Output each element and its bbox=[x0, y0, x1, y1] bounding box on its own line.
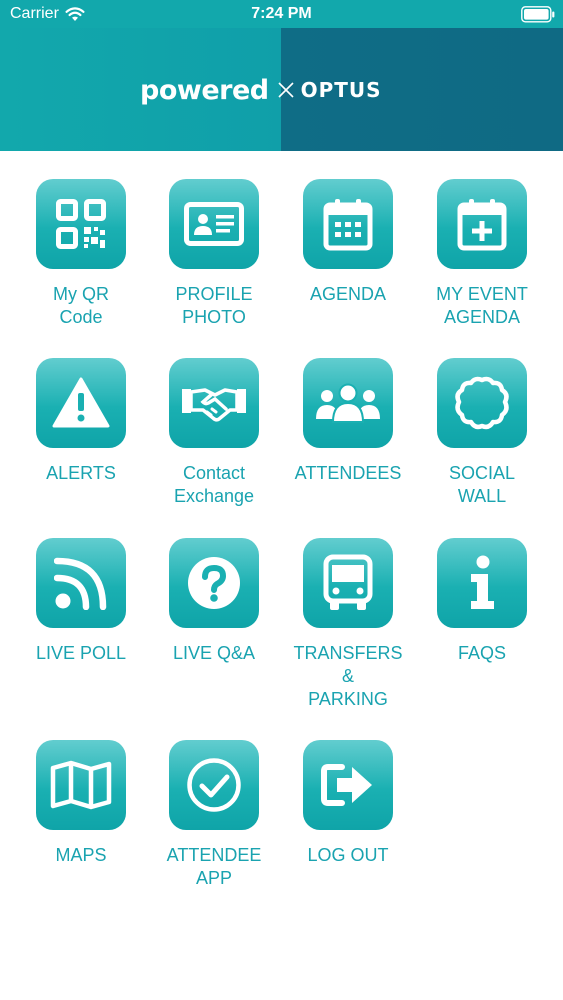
menu-item-agenda[interactable]: AGENDA bbox=[293, 179, 403, 306]
menu-item-icon-box bbox=[303, 358, 393, 448]
menu-item-icon-box bbox=[169, 538, 259, 628]
menu-item-icon-box bbox=[303, 740, 393, 830]
brand-logo: powered OPTUS bbox=[140, 72, 382, 108]
menu-item-label: ALERTS bbox=[46, 463, 116, 483]
id-card-icon bbox=[184, 202, 244, 246]
menu-item-label: MAPS bbox=[55, 845, 107, 865]
check-circle-icon bbox=[187, 758, 241, 812]
brand-powered-text: powered bbox=[140, 74, 269, 106]
menu-item-my-qr-code[interactable]: My QR Code bbox=[26, 179, 136, 329]
menu-item-label: Contact Exchange bbox=[173, 463, 255, 506]
menu-item-label: TRANSFERS & PARKING bbox=[293, 643, 403, 709]
menu-item-attendee-app[interactable]: ATTENDEE APP bbox=[159, 740, 269, 890]
battery-full-icon bbox=[521, 6, 555, 23]
warning-icon bbox=[52, 377, 110, 428]
menu-item-faqs[interactable]: FAQS bbox=[427, 538, 537, 665]
menu-item-icon-box bbox=[36, 538, 126, 628]
menu-item-label: LIVE POLL bbox=[35, 643, 127, 663]
map-icon bbox=[50, 760, 112, 810]
menu-item-log-out[interactable]: LOG OUT bbox=[293, 740, 403, 867]
menu-item-icon-box bbox=[169, 358, 259, 448]
menu-item-my-event-agenda[interactable]: MY EVENT AGENDA bbox=[427, 179, 537, 329]
bus-icon bbox=[323, 554, 373, 610]
menu-item-label: AGENDA bbox=[309, 284, 387, 304]
menu-item-icon-box bbox=[303, 179, 393, 269]
menu-item-live-qa[interactable]: LIVE Q&A bbox=[159, 538, 269, 665]
info-icon bbox=[471, 555, 494, 609]
menu-item-label: ATTENDEES bbox=[294, 463, 402, 483]
qr-code-icon bbox=[56, 199, 106, 249]
menu-item-icon-box bbox=[303, 538, 393, 628]
status-time: 7:24 PM bbox=[251, 5, 312, 22]
menu-item-icon-box bbox=[36, 358, 126, 448]
cross-icon bbox=[278, 82, 294, 98]
handshake-icon bbox=[182, 388, 246, 422]
menu-item-attendees[interactable]: ATTENDEES bbox=[293, 358, 403, 485]
calendar-plus-icon bbox=[457, 199, 507, 251]
logout-arrow-icon bbox=[321, 764, 372, 806]
menu-item-label: PROFILE PHOTO bbox=[175, 284, 253, 327]
menu-item-label: LOG OUT bbox=[307, 845, 389, 865]
menu-item-label: MY EVENT AGENDA bbox=[436, 284, 528, 327]
menu-item-contact-exchange[interactable]: Contact Exchange bbox=[159, 358, 269, 508]
menu-item-icon-box bbox=[36, 740, 126, 830]
menu-item-icon-box bbox=[36, 179, 126, 269]
status-bar: Carrier 7:24 PM bbox=[0, 0, 563, 28]
menu-item-maps[interactable]: MAPS bbox=[26, 740, 136, 867]
menu-item-profile-photo[interactable]: PROFILE PHOTO bbox=[159, 179, 269, 329]
menu-item-live-poll[interactable]: LIVE POLL bbox=[26, 538, 136, 665]
menu-item-label: FAQS bbox=[457, 643, 506, 663]
menu-item-label: SOCIAL WALL bbox=[448, 463, 516, 506]
menu-item-icon-box bbox=[437, 179, 527, 269]
users-icon bbox=[316, 383, 380, 423]
menu-item-icon-box bbox=[437, 358, 527, 448]
menu-item-social-wall[interactable]: SOCIAL WALL bbox=[427, 358, 537, 508]
question-icon bbox=[188, 557, 240, 609]
menu-item-transfers-parking[interactable]: TRANSFERS & PARKING bbox=[293, 538, 403, 711]
cloud-badge-icon bbox=[455, 376, 509, 430]
menu-item-icon-box bbox=[437, 538, 527, 628]
calendar-icon bbox=[323, 199, 373, 251]
rss-icon bbox=[54, 557, 107, 610]
menu-item-label: LIVE Q&A bbox=[172, 643, 256, 663]
brand-optus-text: OPTUS bbox=[300, 78, 382, 102]
header-banner: powered OPTUS bbox=[0, 28, 563, 151]
menu-item-icon-box bbox=[169, 179, 259, 269]
menu-item-icon-box bbox=[169, 740, 259, 830]
menu-item-label: My QR Code bbox=[53, 284, 109, 327]
menu-item-alerts[interactable]: ALERTS bbox=[26, 358, 136, 485]
menu-item-label: ATTENDEE APP bbox=[166, 845, 262, 888]
